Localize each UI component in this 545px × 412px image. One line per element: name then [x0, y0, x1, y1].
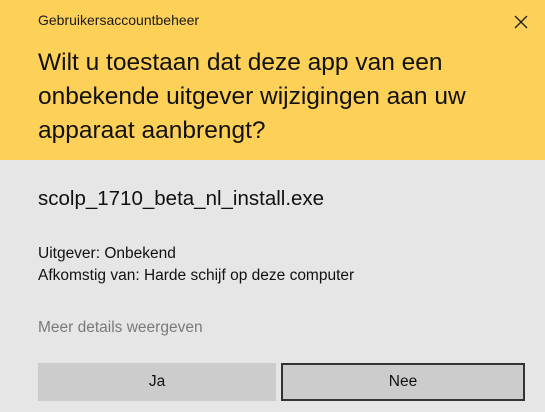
dialog-header: Gebruikersaccountbeheer Wilt u toestaan … — [0, 0, 545, 160]
question-line: apparaat aanbrengt? — [38, 117, 266, 144]
question-line: Wilt u toestaan dat deze app van een — [38, 49, 443, 76]
close-icon — [514, 15, 528, 29]
close-button[interactable] — [507, 8, 535, 36]
no-button[interactable]: Nee — [281, 363, 525, 401]
yes-button-label: Ja — [148, 373, 166, 390]
consent-question: Wilt u toestaan dat deze app van een onb… — [38, 46, 518, 148]
origin-text: Afkomstig van: Harde schijf op deze comp… — [38, 267, 355, 284]
program-filename: scolp_1710_beta_nl_install.exe — [38, 187, 325, 210]
publisher-text: Uitgever: Onbekend — [38, 245, 176, 262]
no-button-label: Nee — [388, 373, 418, 390]
uac-dialog: Gebruikersaccountbeheer Wilt u toestaan … — [0, 0, 545, 412]
program-info: Uitgever: Onbekend Afkomstig van: Harde … — [38, 243, 354, 287]
yes-button[interactable]: Ja — [38, 363, 276, 401]
question-line: onbekende uitgever wijzigingen aan uw — [38, 83, 466, 110]
show-details-link[interactable]: Meer details weergeven — [38, 319, 203, 337]
dialog-title: Gebruikersaccountbeheer — [38, 12, 200, 28]
